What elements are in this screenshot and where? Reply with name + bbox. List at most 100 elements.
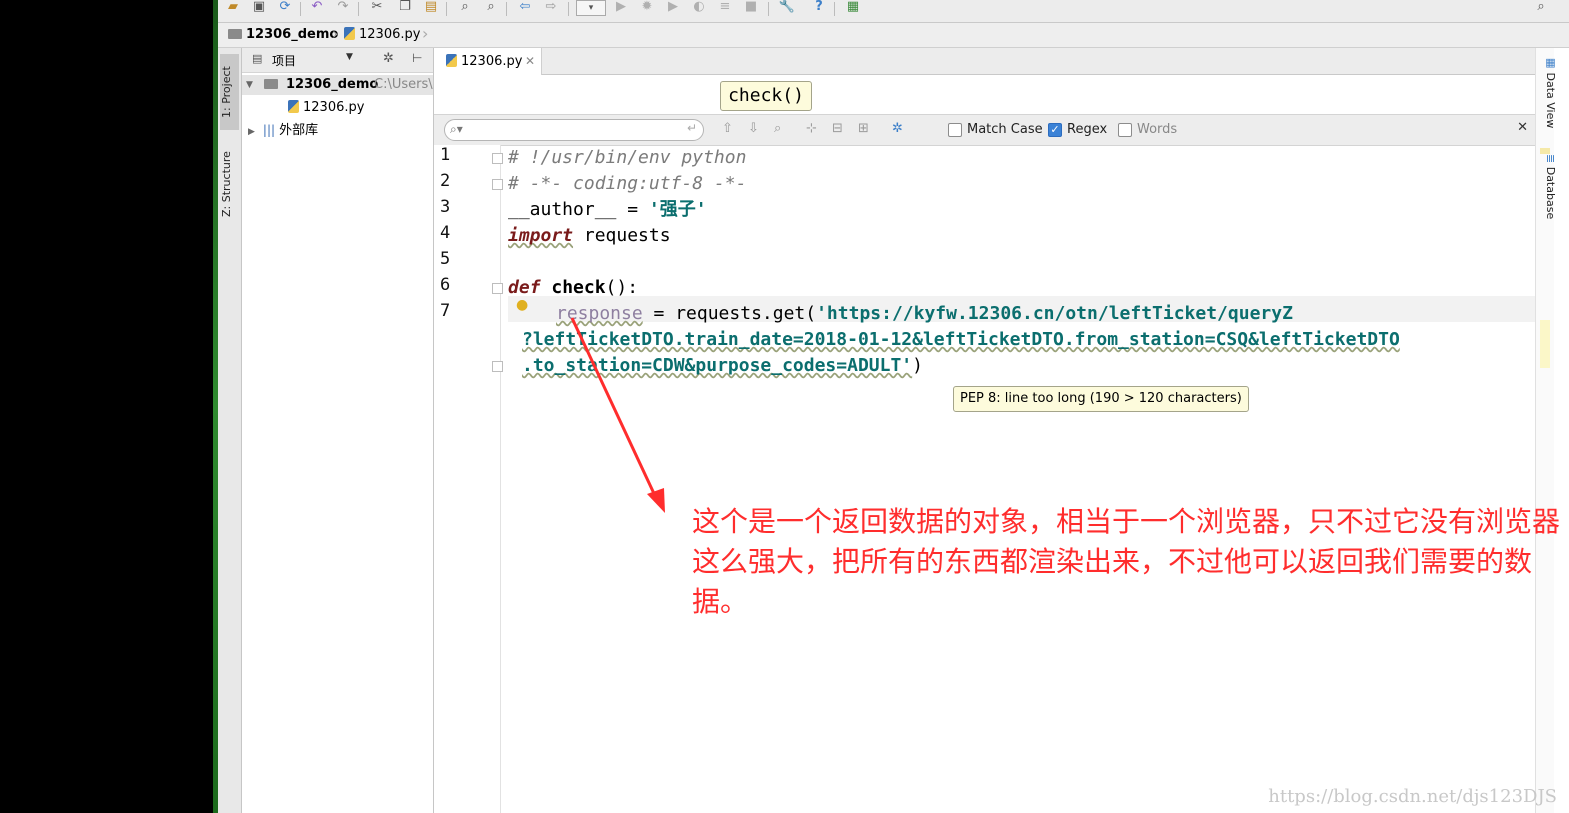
tree-file-12306[interactable]: 12306.py xyxy=(288,98,364,118)
tree-root[interactable]: ▼ 12306_demo C:\Users\ xyxy=(242,75,433,95)
save-icon[interactable]: ▣ xyxy=(250,0,268,16)
fold-marker-icon[interactable] xyxy=(492,179,503,190)
python-file-icon xyxy=(344,27,355,40)
line-number: 5 xyxy=(440,249,451,269)
build-icon[interactable]: ≡ xyxy=(716,0,734,16)
search-input[interactable]: ⌕▾ ↵ xyxy=(444,119,704,141)
add-occurrence-icon[interactable]: ⊹ xyxy=(806,121,817,136)
debug-icon[interactable]: ✹ xyxy=(638,0,656,16)
copy-icon[interactable]: ❐ xyxy=(396,0,414,16)
find-icon[interactable]: ⌕ xyxy=(456,0,474,16)
editor-area: 12306.py ✕ check() ⌕▾ ↵ ⇧ ⇩ ⌕ ⊹ ⊟ ⊞ ✲ Ma… xyxy=(434,48,1536,813)
fold-marker-icon[interactable] xyxy=(492,153,503,164)
close-icon[interactable]: ✕ xyxy=(525,48,535,75)
main-toolbar: ▰ ▣ ⟳ ↶ ↷ ✂ ❐ ▤ ⌕ ⌕ ⇦ ⇨ ▾ ▶ ✹ ▶ ◐ ≡ ■ 🔧 … xyxy=(218,0,1569,23)
tree-external-libraries[interactable]: ▶ ||| 外部库 xyxy=(248,120,318,140)
toolbar-separator xyxy=(446,2,447,16)
line-number: 6 xyxy=(440,275,451,295)
project-view-selector[interactable]: 项目 xyxy=(272,52,296,69)
filter-settings-icon[interactable]: ✲ xyxy=(892,121,903,136)
cut-icon[interactable]: ✂ xyxy=(368,0,386,16)
code-text: __author__ = xyxy=(508,199,649,220)
table-icon: ▦ xyxy=(1544,56,1557,73)
tab-label: 12306.py xyxy=(461,54,523,69)
help-icon[interactable]: ? xyxy=(810,0,828,16)
tab-structure-label: Z: Structure xyxy=(220,151,233,217)
words-label[interactable]: Words xyxy=(1137,122,1177,137)
coverage-icon[interactable]: ▶ xyxy=(664,0,682,16)
parameter-hint-tooltip: check() xyxy=(720,81,812,111)
toolbar-separator xyxy=(506,2,507,16)
back-icon[interactable]: ⇦ xyxy=(516,0,534,16)
settings-icon[interactable]: 🔧 xyxy=(778,0,796,16)
previous-occurrence-icon[interactable]: ⇧ xyxy=(722,121,733,136)
breadcrumb-project-label: 12306_demo xyxy=(246,27,339,42)
tab-database[interactable]: ≣ Database xyxy=(1539,154,1557,219)
editor-gutter: 1 2 3 4 5 6 7 xyxy=(434,145,503,813)
chevron-down-icon[interactable]: ▼ xyxy=(346,52,353,62)
code-comment: # !/usr/bin/env python xyxy=(508,147,747,168)
toolbar-separator xyxy=(834,2,835,16)
code-text: requests xyxy=(573,225,671,246)
breadcrumb-project[interactable]: 12306_demo xyxy=(228,27,338,43)
python-file-icon xyxy=(446,54,461,69)
gear-icon[interactable]: ✲ xyxy=(383,51,394,66)
find-all-icon[interactable]: ⌕ xyxy=(774,121,781,136)
next-occurrence-icon[interactable]: ⇩ xyxy=(748,121,759,136)
code-text: = requests.get( xyxy=(642,303,817,324)
folder-icon xyxy=(264,75,282,95)
stop-icon[interactable]: ■ xyxy=(742,0,760,16)
paste-icon[interactable]: ▤ xyxy=(422,0,440,16)
code-function-name: check xyxy=(551,277,606,298)
redo-icon[interactable]: ↷ xyxy=(334,0,352,16)
run-config-dropdown[interactable]: ▾ xyxy=(576,0,606,16)
profile-icon[interactable]: ◐ xyxy=(690,0,708,16)
toolbar-separator xyxy=(358,2,359,16)
tab-data-view[interactable]: ▦ Data View xyxy=(1539,56,1557,128)
run-icon[interactable]: ▶ xyxy=(612,0,630,16)
annotation-text: 这个是一个返回数据的对象，相当于一个浏览器，只不过它没有浏览器这么强大，把所有的… xyxy=(692,505,1561,618)
code-editor[interactable]: # !/usr/bin/env python # -*- coding:utf-… xyxy=(508,145,1536,813)
match-case-checkbox[interactable] xyxy=(948,123,962,137)
regex-label[interactable]: Regex xyxy=(1067,122,1107,137)
line-number: 4 xyxy=(440,223,451,243)
regex-checkbox[interactable]: ✓ xyxy=(1048,123,1062,137)
remove-occurrence-icon[interactable]: ⊟ xyxy=(832,121,843,136)
forward-icon[interactable]: ⇨ xyxy=(542,0,560,16)
search-icon[interactable]: ⌕▾ xyxy=(450,122,463,137)
code-variable: response xyxy=(556,303,643,324)
fold-marker-icon[interactable] xyxy=(492,361,503,372)
line-number: 2 xyxy=(440,171,451,191)
python-file-icon xyxy=(288,100,299,113)
tab-structure[interactable]: Z: Structure xyxy=(220,144,239,224)
words-checkbox[interactable] xyxy=(1118,123,1132,137)
tab-project-label: 1: Project xyxy=(220,66,233,118)
replace-icon[interactable]: ⌕ xyxy=(482,0,500,16)
project-panel: ▤ 项目 ▼ ✲ ⊢ ▼ 12306_demo C:\Users\ 12306.… xyxy=(242,48,434,813)
breadcrumb-file[interactable]: 12306.py xyxy=(344,27,420,43)
fold-marker-icon[interactable] xyxy=(492,283,503,294)
undo-icon[interactable]: ↶ xyxy=(308,0,326,16)
tab-12306-py[interactable]: 12306.py ✕ xyxy=(434,48,542,75)
hide-panel-icon[interactable]: ⊢ xyxy=(412,51,422,65)
left-tool-strip: 1: Project Z: Structure xyxy=(218,48,242,813)
match-case-label[interactable]: Match Case xyxy=(967,122,1043,137)
breadcrumb-separator-icon: › xyxy=(332,24,339,43)
sync-icon[interactable]: ⟳ xyxy=(276,0,294,16)
expand-arrow-icon[interactable]: ▼ xyxy=(246,75,253,95)
project-view-icon: ▤ xyxy=(252,52,263,65)
open-icon[interactable]: ▰ xyxy=(224,0,242,16)
select-all-occurrences-icon[interactable]: ⊞ xyxy=(858,121,869,136)
search-everywhere-icon[interactable]: ⌕ xyxy=(1532,0,1550,16)
warning-marker[interactable] xyxy=(1540,320,1550,368)
code-string: 'https://kyfw.12306.cn/otn/leftTicket/qu… xyxy=(816,303,1293,324)
project-panel-header: ▤ 项目 ▼ ✲ ⊢ xyxy=(242,48,433,73)
collapse-arrow-icon[interactable]: ▶ xyxy=(248,127,255,137)
tab-project[interactable]: 1: Project xyxy=(220,54,239,130)
close-find-bar-icon[interactable]: ✕ xyxy=(1517,120,1528,135)
vcs-icon[interactable]: ▦ xyxy=(844,0,862,16)
folder-icon xyxy=(228,29,242,39)
lightbulb-icon[interactable]: ● xyxy=(516,297,528,313)
tree-file-label: 12306.py xyxy=(303,100,365,115)
code-text: (): xyxy=(605,277,639,298)
